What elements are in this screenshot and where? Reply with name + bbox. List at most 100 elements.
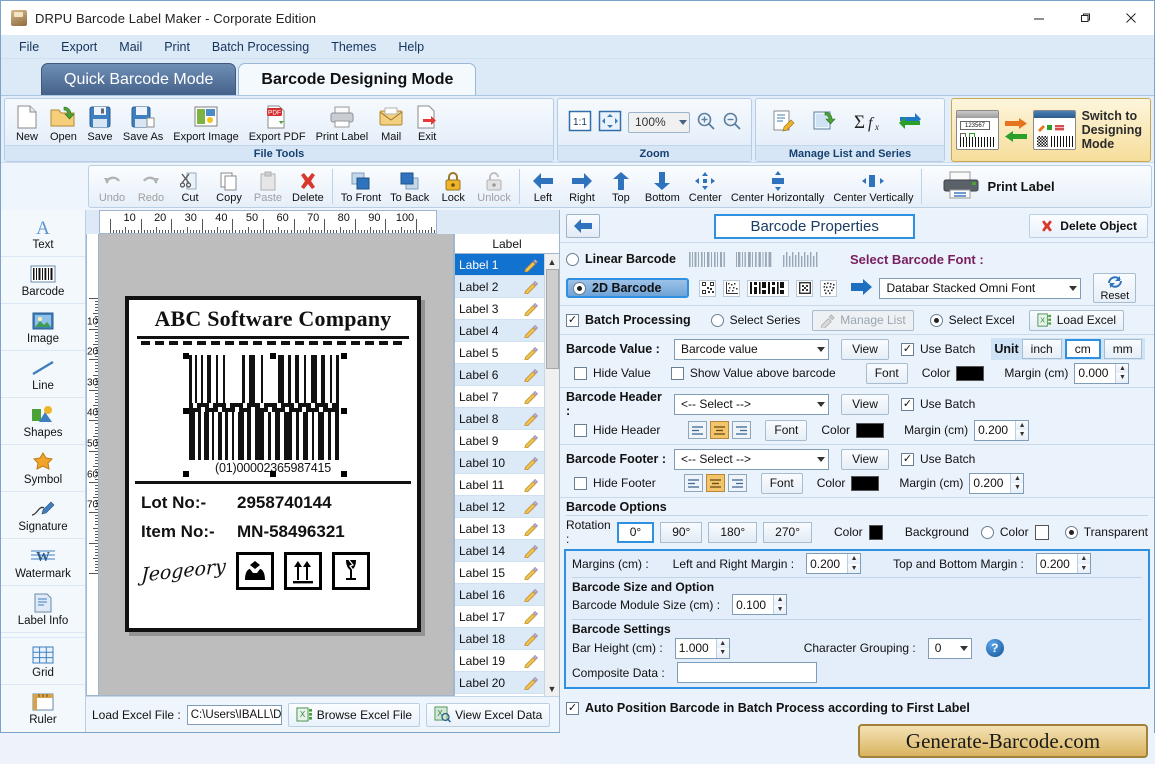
export-list-button[interactable] [812, 109, 836, 136]
to-back-button[interactable]: To Back [386, 169, 433, 205]
list-item[interactable]: Label 19 [455, 650, 544, 672]
list-item[interactable]: Label 12 [455, 496, 544, 518]
redo-button[interactable]: Redo [132, 169, 170, 205]
delete-button[interactable]: Delete [288, 169, 328, 205]
barcode-color-swatch[interactable] [868, 524, 883, 540]
footer-align-right-icon[interactable] [727, 474, 747, 492]
edit-pencil-icon[interactable] [518, 257, 544, 272]
scrollbar-track[interactable] [545, 369, 559, 681]
zoom-out-button[interactable] [722, 111, 742, 134]
edit-pencil-icon[interactable] [518, 367, 544, 382]
browse-excel-file-button[interactable]: X Browse Excel File [287, 702, 421, 727]
exit-button[interactable]: Exit [410, 102, 444, 143]
barcode-footer-font-button[interactable]: Font [760, 472, 803, 494]
barcode-footer-combo[interactable]: <-- Select --> [674, 448, 829, 470]
barcode-value-view-button[interactable]: View [841, 338, 889, 360]
2d-barcode-radio[interactable] [573, 281, 586, 295]
copy-button[interactable]: Copy [210, 169, 248, 205]
scroll-up-arrow-icon[interactable]: ▲ [545, 254, 559, 269]
header-align-center-icon[interactable] [710, 421, 730, 439]
edit-pencil-icon[interactable] [518, 411, 544, 426]
selection-handle[interactable] [341, 408, 347, 414]
maximize-button[interactable] [1062, 1, 1108, 35]
export-pdf-button[interactable]: PDF Export PDF [245, 102, 310, 143]
barcode-header-font-button[interactable]: Font [765, 419, 808, 441]
selection-handle[interactable] [341, 353, 347, 359]
switch-to-designing-mode-button[interactable]: 123567 Switch to Designing Mode [951, 98, 1151, 162]
back-button[interactable] [566, 214, 600, 238]
header-align-left-icon[interactable] [688, 421, 708, 439]
save-button[interactable]: Save [83, 102, 117, 143]
align-left-button[interactable]: Left [524, 169, 562, 205]
list-item[interactable]: Label 13 [455, 518, 544, 540]
list-item[interactable]: Label 2 [455, 276, 544, 298]
edit-pencil-icon[interactable] [518, 587, 544, 602]
to-front-button[interactable]: To Front [337, 169, 385, 205]
list-item[interactable]: Label 16 [455, 584, 544, 606]
zoom-level-combo[interactable]: 100% [628, 111, 690, 133]
tab-quick-barcode-mode[interactable]: Quick Barcode Mode [41, 63, 237, 95]
barcode-value-font-button[interactable]: Font [865, 362, 908, 384]
center-vertically-button[interactable]: Center Vertically [829, 169, 917, 205]
barcode-footer-view-button[interactable]: View [841, 448, 889, 470]
align-center-button[interactable]: Center [685, 169, 726, 205]
view-excel-data-button[interactable]: X View Excel Data [426, 702, 551, 727]
scroll-down-arrow-icon[interactable]: ▼ [545, 681, 559, 696]
background-color-swatch[interactable] [1034, 524, 1049, 540]
sidebar-item-watermark[interactable]: W Watermark [1, 539, 85, 586]
hide-footer-checkbox[interactable] [574, 476, 587, 490]
edit-pencil-icon[interactable] [518, 345, 544, 360]
edit-pencil-icon[interactable] [518, 389, 544, 404]
manage-list-button[interactable]: Manage List [812, 309, 914, 331]
2d-sample-1-icon[interactable] [699, 279, 717, 297]
sidebar-item-ruler[interactable]: Ruler [1, 685, 85, 732]
delete-object-button[interactable]: Delete Object [1029, 214, 1148, 238]
edit-pencil-icon[interactable] [518, 631, 544, 646]
unlock-button[interactable]: Unlock [473, 169, 515, 205]
menu-themes[interactable]: Themes [321, 37, 386, 57]
actual-size-button[interactable]: 1:1 [568, 110, 592, 135]
barcode-font-combo[interactable]: Databar Stacked Omni Font [879, 277, 1082, 299]
unit-mm-button[interactable]: mm [1103, 339, 1142, 359]
barcode-value-combo[interactable]: Barcode value [674, 338, 829, 360]
list-item[interactable]: Label 3 [455, 298, 544, 320]
barcode-header-use-batch-checkbox[interactable] [901, 397, 914, 411]
sidebar-item-line[interactable]: Line [1, 351, 85, 398]
barcode-header-margin-spinner[interactable]: 0.200 ▲ ▼ [974, 419, 1030, 441]
selection-handle[interactable] [341, 471, 347, 477]
show-value-above-checkbox[interactable] [670, 366, 684, 380]
brand-button[interactable]: Generate-Barcode.com [858, 724, 1148, 758]
barcode-value-use-batch-checkbox[interactable] [901, 342, 914, 356]
edit-pencil-icon[interactable] [518, 455, 544, 470]
sidebar-item-text[interactable]: A Text [1, 210, 85, 257]
2d-sample-3-icon[interactable] [747, 279, 790, 297]
background-transparent-radio[interactable] [1064, 525, 1078, 539]
sidebar-item-symbol[interactable]: Symbol [1, 445, 85, 492]
list-item[interactable]: Label 14 [455, 540, 544, 562]
tab-barcode-designing-mode[interactable]: Barcode Designing Mode [238, 63, 477, 95]
list-item[interactable]: Label 15 [455, 562, 544, 584]
2d-sample-2-icon[interactable] [723, 279, 741, 297]
rotation-0-button[interactable]: 0° [616, 521, 655, 543]
list-item[interactable]: Label 1 [455, 254, 544, 276]
edit-pencil-icon[interactable] [518, 521, 544, 536]
edit-pencil-icon[interactable] [518, 565, 544, 580]
linear-barcode-radio[interactable] [566, 252, 579, 266]
barcode-value-color-swatch[interactable] [956, 365, 985, 381]
help-icon[interactable]: ? [985, 639, 1004, 657]
sidebar-item-barcode[interactable]: Barcode [1, 257, 85, 304]
list-item[interactable]: Label 20 [455, 672, 544, 694]
selection-handle[interactable] [270, 353, 276, 359]
hide-header-checkbox[interactable] [574, 423, 587, 437]
character-grouping-combo[interactable]: 0 [927, 637, 972, 659]
batch-processing-checkbox[interactable] [566, 313, 579, 327]
barcode-header-view-button[interactable]: View [841, 393, 889, 415]
2d-barcode-option[interactable]: 2D Barcode [566, 278, 690, 298]
menu-file[interactable]: File [9, 37, 49, 57]
rotation-270-button[interactable]: 270° [763, 521, 812, 543]
top-bottom-margin-spinner[interactable]: 0.200 ▲ ▼ [1035, 553, 1091, 574]
save-as-button[interactable]: Save As [119, 102, 167, 143]
selection-handle[interactable] [183, 353, 189, 359]
list-item[interactable]: Label 18 [455, 628, 544, 650]
edit-pencil-icon[interactable] [518, 675, 544, 690]
